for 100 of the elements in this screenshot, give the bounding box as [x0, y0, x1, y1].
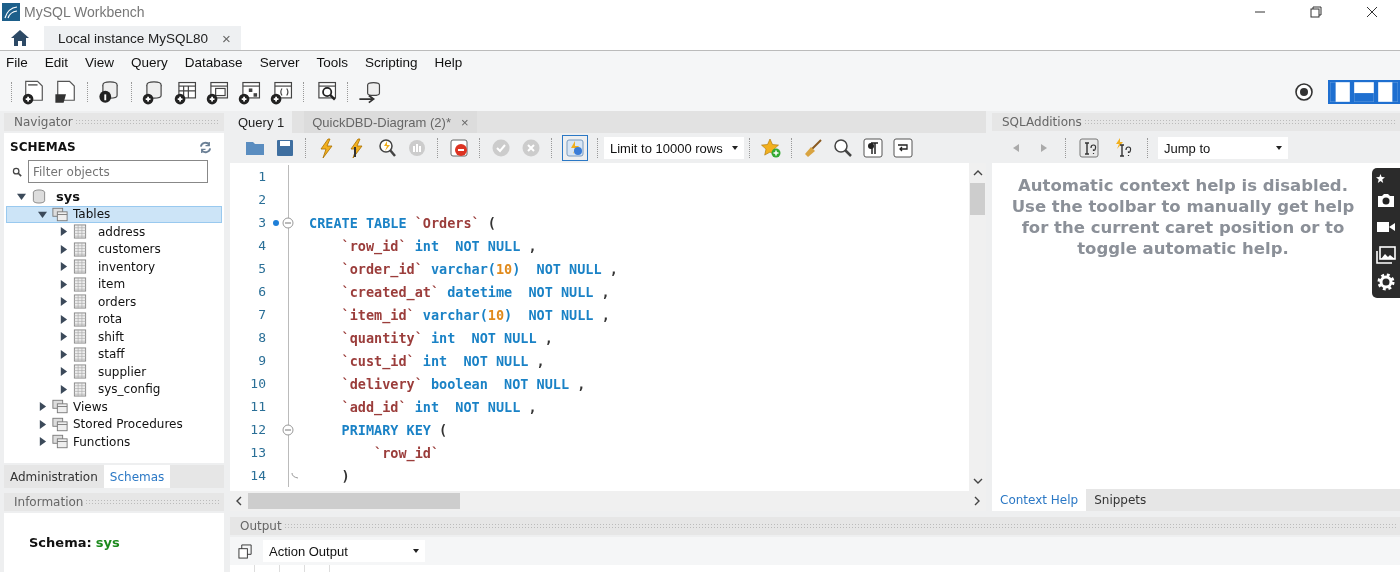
- broom-icon[interactable]: [802, 137, 824, 159]
- expand-arrow-icon[interactable]: [59, 227, 68, 237]
- connection-tab[interactable]: Local instance MySQL80 ×: [44, 26, 241, 50]
- scroll-down-icon[interactable]: [972, 478, 983, 484]
- editor-tab[interactable]: Query 1: [230, 111, 293, 133]
- context-help-icon[interactable]: [1078, 137, 1100, 159]
- scrollbar-thumb[interactable]: [970, 183, 985, 215]
- refresh-icon[interactable]: [199, 140, 212, 154]
- restore-icon[interactable]: [1310, 6, 1322, 18]
- copy-icon[interactable]: [238, 543, 253, 559]
- line-number: 1: [257, 169, 266, 184]
- line-number: 4: [257, 238, 266, 253]
- bookmark-dot-icon: [273, 219, 279, 226]
- menu-item[interactable]: File: [0, 54, 37, 70]
- scroll-left-icon[interactable]: [236, 496, 242, 506]
- code-line: `delivery` boolean NOT NULL ,: [340, 375, 586, 392]
- magnifier-lightning-icon[interactable]: [376, 137, 398, 159]
- tree-item[interactable]: item: [6, 275, 222, 293]
- panel-tab[interactable]: Context Help: [992, 489, 1087, 511]
- tree-item[interactable]: inventory: [6, 258, 222, 276]
- menu-item[interactable]: Server: [253, 54, 309, 70]
- panel-tab[interactable]: Schemas: [103, 465, 171, 488]
- menu-item[interactable]: View: [79, 54, 124, 70]
- table-icon: [73, 224, 87, 240]
- tree-item[interactable]: Tables: [6, 205, 222, 223]
- tree-item[interactable]: Views: [6, 398, 222, 416]
- jump-to-dropdown[interactable]: Jump to: [1158, 137, 1288, 159]
- autocommit-toggle-icon[interactable]: [562, 135, 588, 161]
- editor-tab[interactable]: QuickDBD-Diagram (2)* ×: [304, 111, 477, 133]
- expand-arrow-icon[interactable]: [59, 367, 68, 377]
- check-icon[interactable]: [490, 137, 512, 159]
- diagram-plus-icon[interactable]: [237, 79, 263, 105]
- menu-item[interactable]: Query: [125, 54, 177, 70]
- expand-arrow-icon[interactable]: [38, 209, 47, 219]
- tree-item[interactable]: customers: [6, 240, 222, 258]
- expand-arrow-icon[interactable]: [38, 437, 47, 447]
- tree-item[interactable]: address: [6, 223, 222, 241]
- code-line: `item_id` varchar(10) NOT NULL ,: [340, 306, 610, 323]
- table-icon: [73, 241, 87, 257]
- panel-title: Navigator: [14, 115, 73, 129]
- tree-item[interactable]: sys_config: [6, 380, 222, 398]
- database-reconnect-icon[interactable]: [357, 79, 383, 105]
- menu-item[interactable]: Tools: [310, 54, 357, 70]
- expand-arrow-icon[interactable]: [59, 279, 68, 289]
- right-layout-icon[interactable]: [1376, 80, 1400, 104]
- line-number: 13: [249, 445, 266, 460]
- window-plus-icon[interactable]: [205, 79, 231, 105]
- tree-item[interactable]: sys: [6, 188, 222, 206]
- code-line: `row_id` int NOT NULL ,: [340, 237, 537, 254]
- expand-arrow-icon[interactable]: [59, 349, 68, 359]
- row-limit-dropdown[interactable]: Limit to 10000 rows: [604, 137, 744, 159]
- pin-icon[interactable]: [1376, 173, 1385, 183]
- tree-item[interactable]: rota: [6, 310, 222, 328]
- function-plus-icon[interactable]: [269, 79, 295, 105]
- tree-item[interactable]: shift: [6, 328, 222, 346]
- menu-item[interactable]: Edit: [38, 54, 78, 70]
- scroll-right-icon[interactable]: [974, 496, 980, 506]
- expand-arrow-icon[interactable]: [38, 402, 47, 412]
- info-label: Schema:: [29, 535, 92, 550]
- tree-item[interactable]: orders: [6, 293, 222, 311]
- filter-field[interactable]: Filter objects: [28, 160, 208, 183]
- fold-end-icon: [290, 471, 299, 480]
- expand-arrow-icon[interactable]: [59, 332, 68, 342]
- close-icon[interactable]: [1366, 6, 1378, 18]
- table-icon: [73, 311, 87, 327]
- menu-item[interactable]: Help: [428, 54, 472, 70]
- expand-arrow-icon[interactable]: [59, 244, 68, 254]
- expand-arrow-icon[interactable]: [38, 419, 47, 429]
- expand-arrow-icon[interactable]: [59, 297, 68, 307]
- bottom-layout-icon[interactable]: [1352, 80, 1376, 104]
- output-mode-dropdown[interactable]: Action Output: [263, 540, 425, 562]
- tree-item[interactable]: supplier: [6, 363, 222, 381]
- word-wrap-icon[interactable]: [892, 137, 914, 159]
- expand-arrow-icon[interactable]: [59, 314, 68, 324]
- code-line: ): [340, 467, 350, 484]
- panel-tab[interactable]: Snippets: [1086, 489, 1155, 511]
- table-plus-icon[interactable]: [173, 79, 199, 105]
- expand-arrow-icon[interactable]: [59, 384, 68, 394]
- panel-tab[interactable]: Administration: [4, 465, 104, 488]
- table-icon: [73, 381, 87, 397]
- save-icon[interactable]: [274, 137, 296, 159]
- scrollbar-thumb[interactable]: [248, 493, 460, 509]
- window-title: MySQL Workbench: [24, 4, 145, 20]
- menu-item[interactable]: Database: [178, 54, 252, 70]
- pilcrow-icon[interactable]: [862, 137, 884, 159]
- star-plus-icon[interactable]: [760, 137, 782, 159]
- scroll-up-icon[interactable]: [972, 170, 983, 176]
- search-icon[interactable]: [832, 137, 854, 159]
- tree-item[interactable]: staff: [6, 345, 222, 363]
- sidebar-layout-icon[interactable]: [1328, 80, 1352, 104]
- images-icon[interactable]: [1376, 244, 1396, 265]
- stop-icon[interactable]: [448, 137, 470, 159]
- menu-item[interactable]: Scripting: [358, 54, 427, 70]
- tree-item[interactable]: Stored Procedures: [6, 415, 222, 433]
- home-icon[interactable]: [10, 29, 30, 47]
- line-number: 9: [257, 353, 266, 368]
- line-number: 11: [249, 399, 266, 414]
- expand-arrow-icon[interactable]: [17, 192, 26, 202]
- expand-arrow-icon[interactable]: [59, 262, 68, 272]
- tree-item[interactable]: Functions: [6, 433, 222, 451]
